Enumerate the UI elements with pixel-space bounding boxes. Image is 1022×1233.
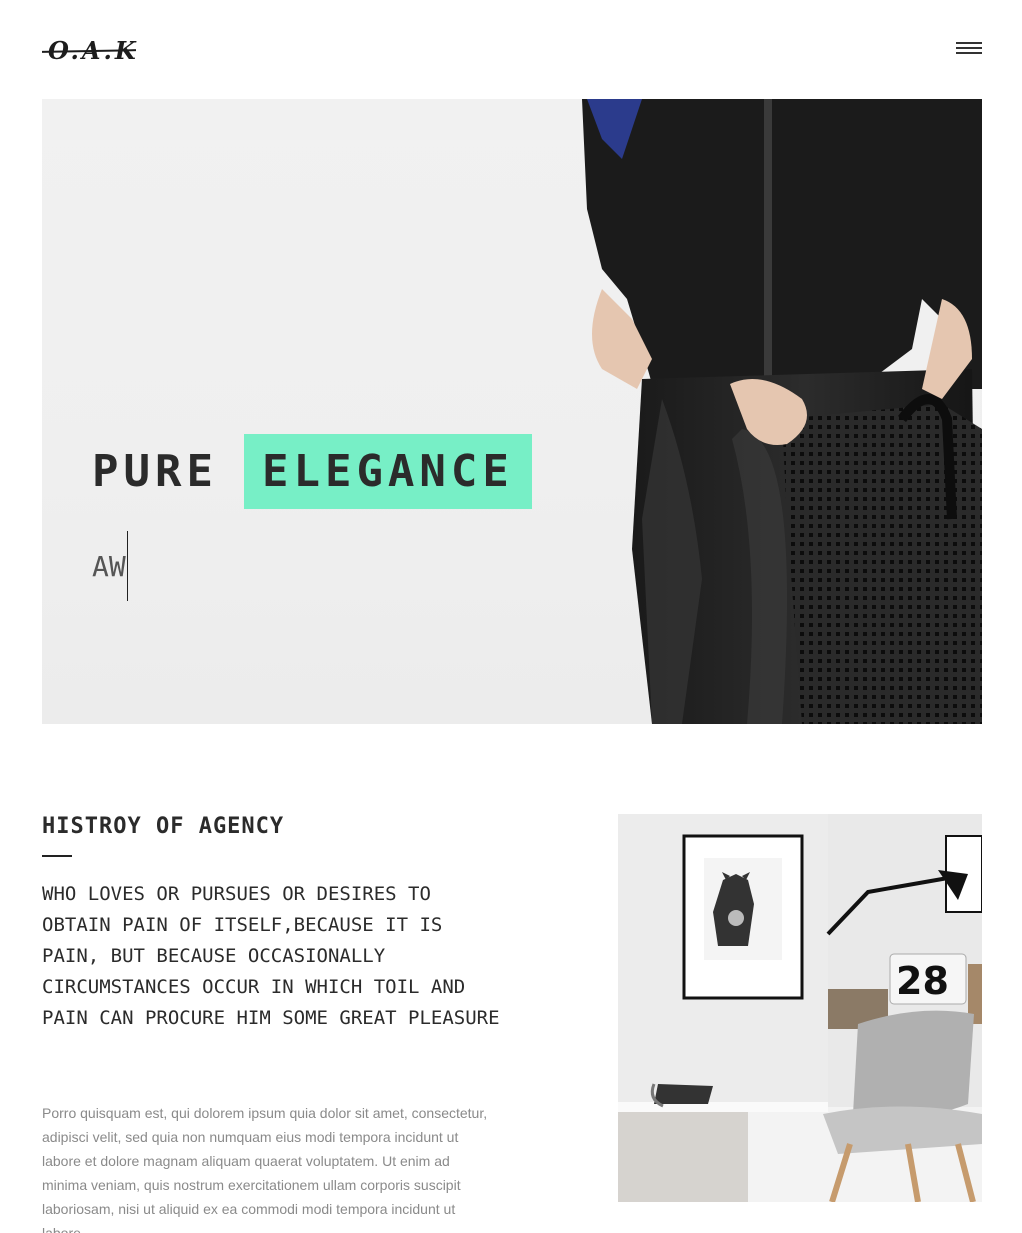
- calendar-day-number: 28: [896, 959, 949, 1003]
- section-body-text: Porro quisquam est, qui dolorem ipsum qu…: [42, 1105, 488, 1233]
- section-title: HISTROY OF AGENCY: [42, 814, 285, 839]
- hamburger-menu-icon[interactable]: [956, 42, 982, 58]
- hero-title-highlight: ELEGANCE: [243, 433, 532, 509]
- hero-title-word-1: PURE: [92, 445, 218, 497]
- hero-typed-line: AW: [92, 531, 128, 601]
- title-divider: [42, 855, 72, 857]
- agency-history-section: HISTROY OF AGENCY WHO LOVES OR PURSUES O…: [42, 814, 502, 1233]
- text-cursor: [126, 531, 128, 601]
- hero-title: PURE ELEGANCE: [92, 432, 532, 510]
- hero-typed-text: AW: [92, 549, 126, 583]
- hero-image: [582, 99, 982, 724]
- section-lead-text: WHO LOVES OR PURSUES OR DESIRES TO OBTAI…: [42, 883, 500, 1029]
- site-header: O.A.K: [0, 0, 1022, 99]
- interior-photo: 28: [618, 814, 982, 1202]
- hero-banner: PURE ELEGANCE AW: [42, 99, 982, 724]
- site-logo[interactable]: O.A.K: [41, 32, 138, 68]
